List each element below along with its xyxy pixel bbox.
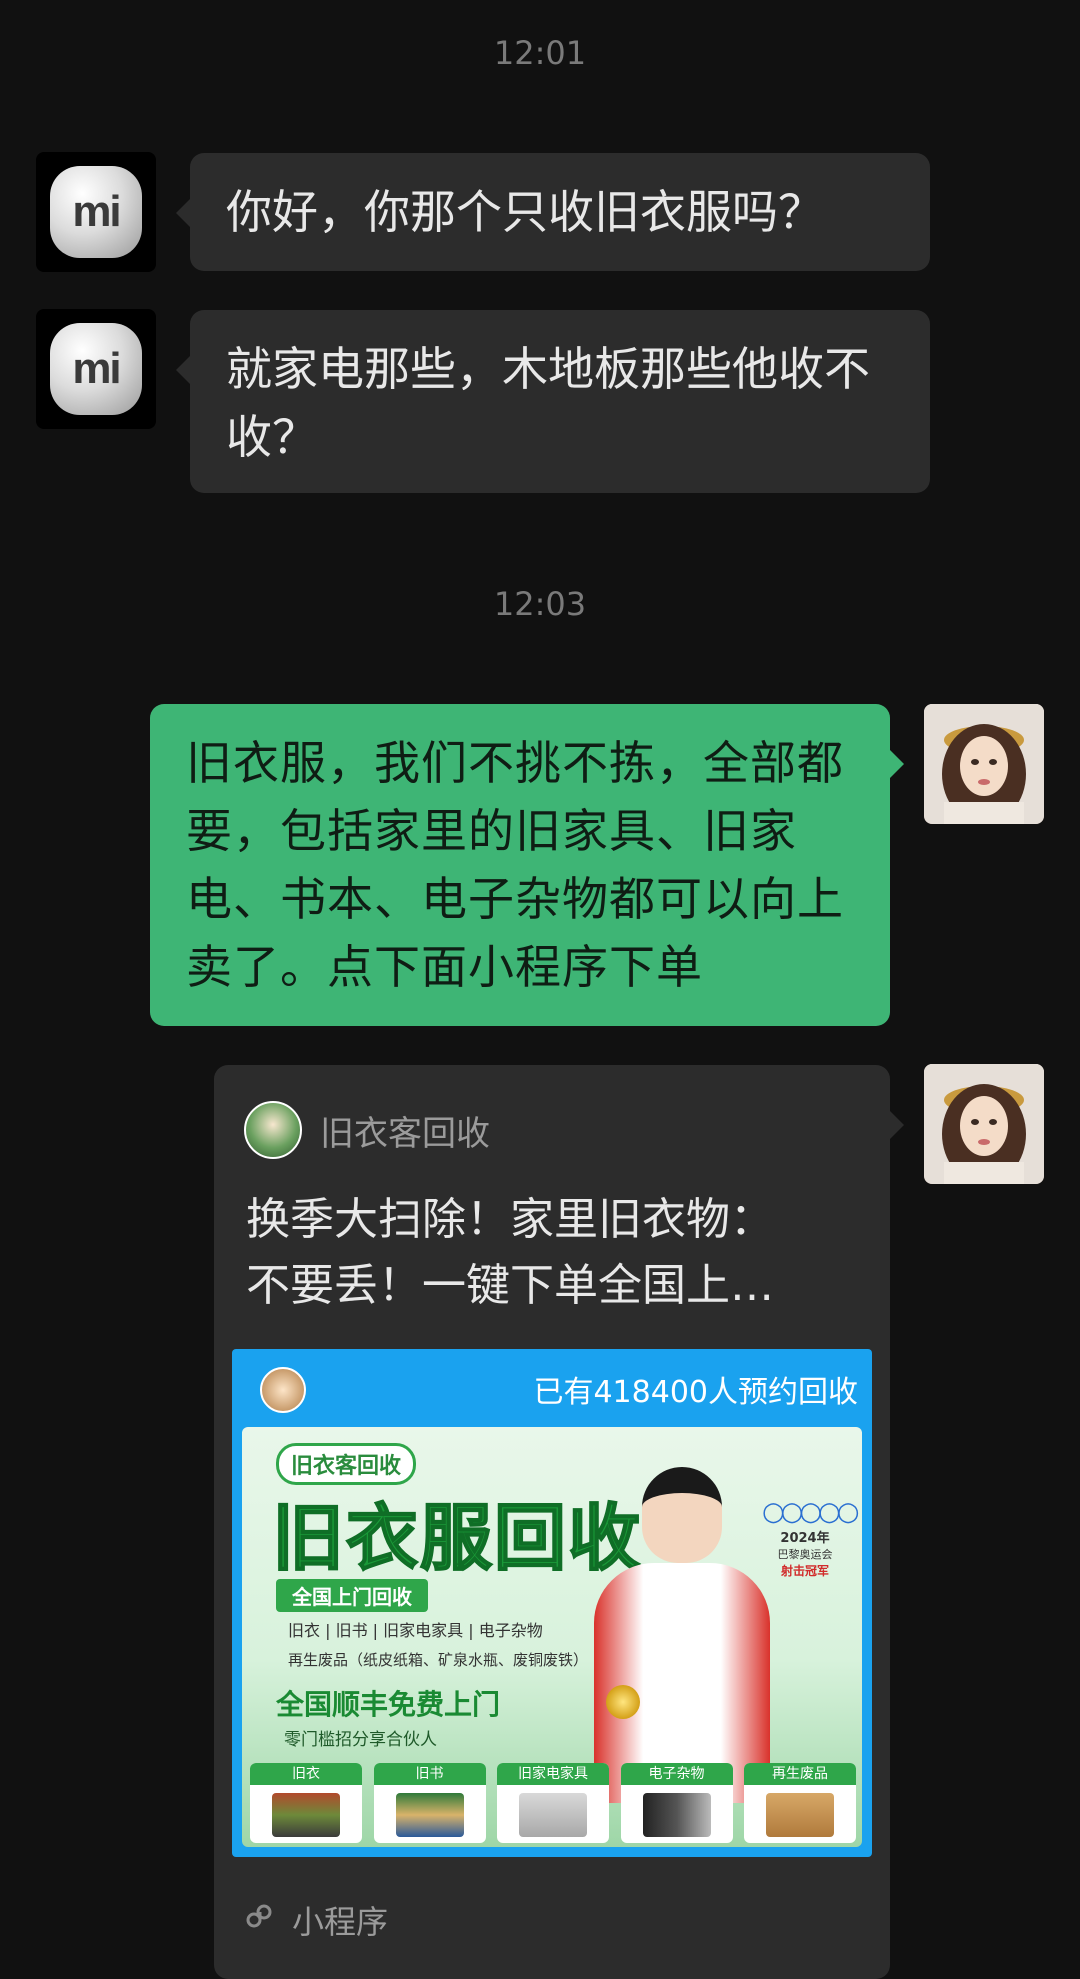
olympic-name: 巴黎奥运会 <box>777 1548 833 1561</box>
banner-subtag: 全国上门回收 <box>276 1579 428 1612</box>
card-footer: 小程序 <box>244 1897 388 1943</box>
incoming-message[interactable]: 你好，你那个只收旧衣服吗？ <box>176 153 930 271</box>
mini-program-icon <box>244 1901 274 1939</box>
message-text: 你好，你那个只收旧衣服吗？ <box>226 185 824 239</box>
banner-line: 再生废品（纸皮纸箱、矿泉水瓶、废铜废铁） <box>288 1651 589 1669</box>
reservation-count: 已有418400人预约回收 <box>533 1375 858 1410</box>
card-preview-image: 已有418400人预约回收 旧衣客回收 旧衣服回收 全国上门回收 旧衣 | 旧书… <box>232 1349 872 1857</box>
girl-portrait-avatar <box>924 704 1044 824</box>
my-avatar[interactable] <box>924 704 1044 824</box>
app-name: 旧衣客回收 <box>320 1113 490 1154</box>
appliances-icon <box>519 1793 587 1837</box>
category-label: 旧书 <box>373 1763 486 1785</box>
category-row: 旧衣 旧书 旧家电家具 电子杂物 再生废品 <box>250 1763 856 1843</box>
card-title-line: 不要丢！一键下单全国上… <box>246 1260 774 1311</box>
medal-icon <box>606 1685 640 1719</box>
category-label: 旧衣 <box>250 1763 362 1785</box>
card-title: 换季大扫除！家里旧衣物： 不要丢！一键下单全国上… <box>246 1187 866 1319</box>
message-text: 旧衣服，我们不挑不拣，全部都要，包括家里的旧家具、旧家电、书本、电子杂物都可以向… <box>186 736 844 994</box>
mini-program-label: 小程序 <box>292 1903 389 1941</box>
category-tile: 旧衣 <box>250 1763 362 1843</box>
banner-line: 零门槛招分享合伙人 <box>284 1730 437 1750</box>
contact-avatar[interactable]: mi <box>36 309 156 429</box>
category-label: 再生废品 <box>744 1763 856 1785</box>
electronics-icon <box>642 1793 711 1837</box>
boxes-icon <box>766 1793 834 1837</box>
category-label: 旧家电家具 <box>497 1763 609 1785</box>
olympic-badge: ○○○○○ 2024年 巴黎奥运会 射击冠军 <box>762 1497 859 1579</box>
olympic-rings-icon: ○○○○○ <box>762 1497 859 1527</box>
category-tile: 再生废品 <box>744 1763 856 1843</box>
card-title-line: 换季大扫除！家里旧衣物： <box>246 1194 774 1245</box>
category-label: 电子杂物 <box>620 1763 733 1785</box>
clothes-icon <box>272 1793 340 1837</box>
books-icon <box>395 1793 464 1837</box>
my-avatar[interactable] <box>924 1064 1044 1184</box>
mi-logo-icon: mi <box>50 323 142 415</box>
incoming-message[interactable]: 就家电那些，木地板那些他收不收？ <box>176 310 930 493</box>
category-tile: 电子杂物 <box>620 1763 733 1843</box>
olympic-year: 2024年 <box>780 1531 830 1546</box>
timestamp: 12:03 <box>493 585 587 623</box>
category-tile: 旧家电家具 <box>497 1763 609 1843</box>
brand-avatar-icon <box>260 1367 306 1413</box>
athlete-illustration <box>584 1467 774 1803</box>
outgoing-message[interactable]: 旧衣服，我们不挑不拣，全部都要，包括家里的旧家具、旧家电、书本、电子杂物都可以向… <box>150 704 904 1026</box>
app-logo-icon <box>244 1101 302 1159</box>
mi-logo-icon: mi <box>50 166 142 258</box>
image-topbar: 已有418400人预约回收 <box>232 1349 872 1429</box>
girl-portrait-avatar <box>924 1064 1044 1184</box>
category-tile: 旧书 <box>373 1763 486 1843</box>
timestamp: 12:01 <box>493 34 587 72</box>
message-text: 就家电那些，木地板那些他收不收？ <box>226 342 870 464</box>
banner-slogan: 全国顺丰免费上门 <box>276 1688 501 1721</box>
olympic-champion: 射击冠军 <box>780 1564 829 1578</box>
card-header: 旧衣客回收 <box>244 1101 490 1159</box>
contact-avatar[interactable]: mi <box>36 152 156 272</box>
banner-line: 旧衣 | 旧书 | 旧家电家具 | 电子杂物 <box>288 1621 543 1640</box>
ad-banner: 旧衣客回收 旧衣服回收 全国上门回收 旧衣 | 旧书 | 旧家电家具 | 电子杂… <box>242 1427 862 1847</box>
mini-program-card[interactable]: 旧衣客回收 换季大扫除！家里旧衣物： 不要丢！一键下单全国上… 已有418400… <box>214 1065 904 1979</box>
